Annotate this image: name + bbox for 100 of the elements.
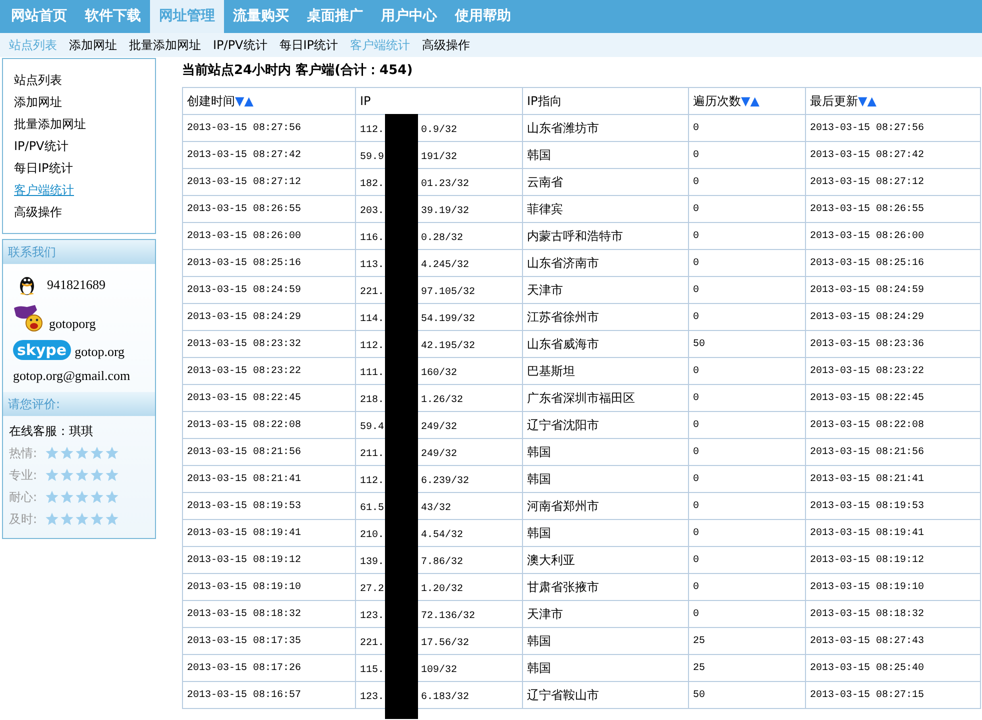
sort-descending-link[interactable]: ▼ — [858, 94, 868, 108]
panel-title: 联系我们 — [3, 240, 155, 264]
sidebar-item[interactable]: 批量添加网址 — [14, 113, 155, 135]
header-text: 最后更新 — [810, 94, 858, 108]
sidebar-item[interactable]: 高级操作 — [14, 201, 155, 223]
table-cell: 2013-03-15 08:24:29 — [806, 304, 980, 330]
nav-tab[interactable]: 网站首页 — [2, 0, 76, 33]
ip-text: 01.23/32 — [421, 178, 470, 190]
sort-ascending-link[interactable]: ▲ — [867, 94, 876, 108]
star-icon[interactable] — [105, 512, 119, 526]
table-cell: 2013-03-15 08:26:00 — [806, 222, 980, 250]
nav-tab[interactable]: 流量购买 — [224, 0, 298, 33]
contact-text: gotop.org@gmail.com — [13, 368, 130, 384]
star-icon[interactable] — [90, 512, 104, 526]
table-cell: 韩国 — [522, 142, 688, 168]
table-cell: 韩国 — [522, 466, 688, 492]
ip-text: 191/32 — [421, 152, 458, 162]
table-cell: 0 — [688, 412, 806, 438]
sort-ascending-link[interactable]: ▲ — [244, 94, 254, 108]
sidebar-item[interactable]: 客户端统计 — [14, 179, 155, 201]
star-icon[interactable] — [60, 468, 74, 482]
table-cell: 2013-03-15 08:23:36 — [806, 330, 980, 358]
star-icon[interactable] — [75, 468, 89, 482]
subnav-link[interactable]: 高级操作 — [416, 36, 476, 54]
sort-descending-link[interactable]: ▼ — [741, 94, 750, 108]
star-icon[interactable] — [75, 446, 89, 460]
star-icon[interactable] — [105, 468, 119, 482]
table-cell: 2013-03-15 08:26:55 — [806, 196, 980, 222]
ip-text: 221. — [360, 638, 386, 648]
subnav-link[interactable]: 添加网址 — [63, 36, 123, 54]
star-icon[interactable] — [45, 468, 59, 482]
ip-text: 112. — [360, 124, 386, 136]
sidebar-item[interactable]: IP/PV统计 — [14, 135, 155, 157]
subnav-link[interactable]: IP/PV统计 — [207, 36, 274, 54]
table-cell: 2013-03-15 08:27:15 — [806, 682, 980, 708]
ip-text: 1.20/32 — [421, 584, 464, 594]
nav-tab[interactable]: 桌面推广 — [298, 0, 372, 33]
rating-label: 专业: — [9, 467, 38, 484]
ip-text: 54.199/32 — [421, 314, 476, 324]
ip-text: 113. — [360, 260, 386, 270]
star-icon[interactable] — [90, 446, 104, 460]
ip-text: 6.183/32 — [421, 692, 470, 702]
sidebar-item[interactable]: 站点列表 — [14, 69, 155, 91]
ip-text: 6.239/32 — [421, 476, 470, 486]
sidebar-item[interactable]: 每日IP统计 — [14, 157, 155, 179]
ip-text: 116. — [360, 232, 386, 244]
table-cell: 2013-03-15 08:23:22 — [806, 358, 980, 384]
nav-tab[interactable]: 使用帮助 — [446, 0, 520, 33]
table-cell: 2013-03-15 08:27:43 — [806, 628, 980, 654]
table-cell: 2013-03-15 08:18:32 — [182, 600, 356, 628]
table-cell: 辽宁省沈阳市 — [522, 412, 688, 438]
table-cell: 0 — [688, 114, 806, 142]
star-icon[interactable] — [75, 490, 89, 504]
table-cell: 江苏省徐州市 — [522, 304, 688, 330]
star-icon[interactable] — [75, 512, 89, 526]
ip-text: 4.54/32 — [421, 530, 464, 540]
table-cell: 2013-03-15 08:22:45 — [806, 384, 980, 412]
table-cell: 2013-03-15 08:24:29 — [182, 304, 356, 330]
table-cell: 云南省 — [522, 168, 688, 196]
panel-title: 请您评价: — [3, 392, 155, 416]
star-icon[interactable] — [105, 490, 119, 504]
table-cell: 山东省济南市 — [522, 250, 688, 276]
table-cell: 2013-03-15 08:22:45 — [182, 384, 356, 412]
contact-text: 941821689 — [47, 277, 106, 293]
star-icon[interactable] — [90, 490, 104, 504]
contact-text: gotoporg — [49, 316, 96, 332]
table-cell: 2013-03-15 08:27:12 — [806, 168, 980, 196]
table-cell: 0 — [688, 492, 806, 520]
contact-text: gotop.org — [74, 344, 125, 360]
ip-text: 7.86/32 — [421, 556, 464, 568]
star-icon[interactable] — [60, 512, 74, 526]
star-icon[interactable] — [45, 490, 59, 504]
ip-text: 123. — [360, 692, 386, 702]
table-cell: 甘肃省张掖市 — [522, 574, 688, 600]
star-icon[interactable] — [105, 446, 119, 460]
table-cell: 0 — [688, 168, 806, 196]
table-cell: 天津市 — [522, 600, 688, 628]
table-cell: 韩国 — [522, 438, 688, 466]
table-cell: 广东省深圳市福田区 — [522, 384, 688, 412]
subnav-link[interactable]: 批量添加网址 — [123, 36, 207, 54]
table-cell: 2013-03-15 08:21:56 — [806, 438, 980, 466]
table-cell: 2013-03-15 08:19:10 — [182, 574, 356, 600]
star-icon[interactable] — [90, 468, 104, 482]
star-icon[interactable] — [60, 446, 74, 460]
star-icon[interactable] — [60, 490, 74, 504]
sidebar-item[interactable]: 添加网址 — [14, 91, 155, 113]
table-cell: 25 — [688, 654, 806, 682]
ip-text: 59.4 — [360, 422, 386, 432]
nav-tab[interactable]: 用户中心 — [372, 0, 446, 33]
star-icon[interactable] — [45, 512, 59, 526]
subnav-link[interactable]: 每日IP统计 — [273, 36, 344, 54]
table-cell: 2013-03-15 08:19:53 — [806, 492, 980, 520]
sort-ascending-link[interactable]: ▲ — [750, 94, 760, 108]
ip-text: 203. — [360, 206, 386, 216]
table-cell: 25 — [688, 628, 806, 654]
ip-text: 39.19/32 — [421, 206, 470, 216]
nav-tab[interactable]: 软件下载 — [76, 0, 150, 33]
table-cell: 2013-03-15 08:19:10 — [806, 574, 980, 600]
sort-descending-link[interactable]: ▼ — [235, 94, 244, 108]
star-icon[interactable] — [45, 446, 59, 460]
